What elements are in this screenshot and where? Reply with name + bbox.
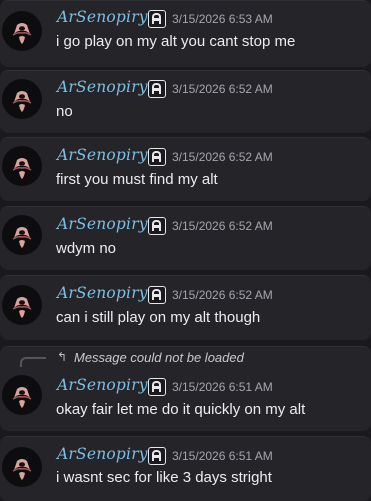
message-text: first you must find my alt <box>56 171 218 188</box>
timestamp[interactable]: 3/15/2026 6:52 AM <box>172 82 273 96</box>
skull-avatar-icon <box>12 91 32 112</box>
avatar[interactable] <box>2 146 42 186</box>
guild-tag-icon[interactable] <box>148 80 166 98</box>
guild-tag-icon[interactable] <box>148 447 166 465</box>
timestamp[interactable]: 3/15/2026 6:52 AM <box>172 219 273 233</box>
guild-tag-icon[interactable] <box>148 10 166 28</box>
message-text: wdym no <box>56 240 117 257</box>
message-item[interactable]: ArSenopiryt 3/15/2026 6:53 AM i go play … <box>0 0 371 67</box>
author-name[interactable]: ArSenopiryt <box>57 376 154 394</box>
message-item[interactable]: ArSenopiryt 3/15/2026 6:52 AM no <box>0 70 371 133</box>
message-text: can i still play on my alt though <box>56 309 261 326</box>
message-text: i go play on my alt you cant stop me <box>56 33 296 50</box>
avatar[interactable] <box>2 11 42 51</box>
skull-avatar-icon <box>12 297 32 318</box>
reply-connector <box>20 357 46 367</box>
author-name[interactable]: ArSenopiryt <box>57 445 154 463</box>
guild-tag-icon[interactable] <box>148 286 166 304</box>
guild-tag-icon[interactable] <box>148 217 166 235</box>
message-item[interactable]: ArSenopiryt 3/15/2026 6:51 AM i wasnt se… <box>0 436 371 501</box>
avatar[interactable] <box>2 285 42 325</box>
skull-avatar-icon <box>12 23 32 44</box>
message-text: okay fair let me do it quickly on my alt <box>56 401 306 418</box>
reply-arrow-icon: ↰ <box>57 350 68 364</box>
timestamp[interactable]: 3/15/2026 6:52 AM <box>172 288 273 302</box>
avatar[interactable] <box>2 215 42 255</box>
author-name[interactable]: ArSenopiryt <box>57 8 154 26</box>
author-name[interactable]: ArSenopiryt <box>57 78 154 96</box>
timestamp[interactable]: 3/15/2026 6:51 AM <box>172 380 273 394</box>
message-item-reply[interactable]: ↰ Message could not be loaded ArSenopiry… <box>0 346 371 431</box>
message-text: no <box>56 103 73 120</box>
guild-tag-icon[interactable] <box>148 378 166 396</box>
skull-avatar-icon <box>12 459 32 480</box>
avatar[interactable] <box>2 375 42 415</box>
skull-avatar-icon <box>12 158 32 179</box>
timestamp[interactable]: 3/15/2026 6:52 AM <box>172 150 273 164</box>
skull-avatar-icon <box>12 387 32 408</box>
author-name[interactable]: ArSenopiryt <box>57 284 154 302</box>
timestamp[interactable]: 3/15/2026 6:51 AM <box>172 449 273 463</box>
author-name[interactable]: ArSenopiryt <box>57 146 154 164</box>
reply-preview[interactable]: Message could not be loaded <box>74 350 244 365</box>
message-text: i wasnt sec for like 3 days stright <box>56 469 272 486</box>
guild-tag-icon[interactable] <box>148 148 166 166</box>
timestamp[interactable]: 3/15/2026 6:53 AM <box>172 12 273 26</box>
author-name[interactable]: ArSenopiryt <box>57 215 154 233</box>
message-item[interactable]: ArSenopiryt 3/15/2026 6:52 AM can i stil… <box>0 275 371 340</box>
avatar[interactable] <box>2 79 42 119</box>
message-item[interactable]: ArSenopiryt 3/15/2026 6:52 AM wdym no <box>0 206 371 270</box>
skull-avatar-icon <box>12 227 32 248</box>
message-item[interactable]: ArSenopiryt 3/15/2026 6:52 AM first you … <box>0 137 371 201</box>
avatar[interactable] <box>2 447 42 487</box>
